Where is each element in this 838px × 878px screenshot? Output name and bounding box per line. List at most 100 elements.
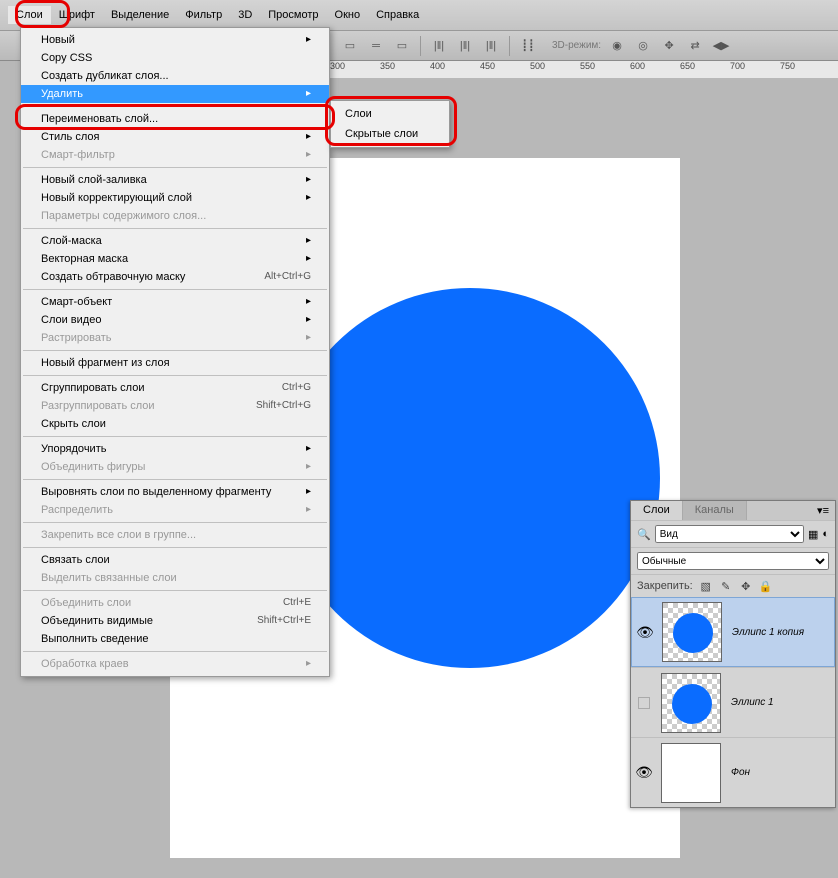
menu-item-выполнить-сведение[interactable]: Выполнить сведение xyxy=(21,630,329,648)
ruler-tick: 700 xyxy=(730,61,745,71)
menu-item-слой-маска[interactable]: Слой-маска xyxy=(21,232,329,250)
menu-shortcut: Alt+Ctrl+G xyxy=(264,271,311,283)
filter-type-select[interactable]: Вид xyxy=(655,525,804,543)
lock-label: Закрепить: xyxy=(637,580,693,592)
menu-item-label: Выполнить сведение xyxy=(41,633,149,645)
menu-item-новый-корректирующий-слой[interactable]: Новый корректирующий слой xyxy=(21,189,329,207)
ruler-tick: 650 xyxy=(680,61,695,71)
menu-item-сгруппировать-слои[interactable]: Сгруппировать слои Ctrl+G xyxy=(21,379,329,397)
visibility-eye-icon[interactable] xyxy=(638,697,650,709)
layer-name[interactable]: Эллипс 1 копия xyxy=(726,627,804,638)
layer-row[interactable]: 👁 Эллипс 1 копия xyxy=(631,597,835,667)
menu-item-связать-слои[interactable]: Связать слои xyxy=(21,551,329,569)
menu-item-label: Copy CSS xyxy=(41,52,92,64)
menu-shortcut: Shift+Ctrl+E xyxy=(257,615,311,627)
menu-item-создать-дубликат-слоя-[interactable]: Создать дубликат слоя... xyxy=(21,67,329,85)
3d-scale-icon[interactable]: ◀▶ xyxy=(711,36,731,56)
menu-layers[interactable]: Слои xyxy=(8,6,51,24)
menu-item-label: Параметры содержимого слоя... xyxy=(41,210,206,222)
visibility-eye-icon[interactable]: 👁 xyxy=(632,624,658,641)
menu-item-слои-видео[interactable]: Слои видео xyxy=(21,311,329,329)
ruler-tick: 600 xyxy=(630,61,645,71)
menu-item-label: Сгруппировать слои xyxy=(41,382,144,394)
layer-name[interactable]: Фон xyxy=(725,767,750,778)
menu-item-выровнять-слои-по-выделенному-фрагменту[interactable]: Выровнять слои по выделенному фрагменту xyxy=(21,483,329,501)
ellipse-shape[interactable] xyxy=(280,288,660,668)
menu-item-label: Стиль слоя xyxy=(41,131,99,143)
panel-menu-icon[interactable]: ▾≡ xyxy=(811,501,835,520)
align-top-icon[interactable]: ▭ xyxy=(340,36,360,56)
lock-position-icon[interactable]: ✥ xyxy=(739,579,753,593)
distribute-v-icon[interactable]: |‖| xyxy=(455,36,475,56)
menu-filter[interactable]: Фильтр xyxy=(177,6,230,24)
menu-item-параметры-содержимого-слоя-: Параметры содержимого слоя... xyxy=(21,207,329,225)
layers-dropdown: Новый Copy CSS Создать дубликат слоя... Уда… xyxy=(20,27,330,677)
ruler-horizontal: 300350400450500550600650700750 xyxy=(330,61,838,79)
layer-name[interactable]: Эллипс 1 xyxy=(725,697,774,708)
align-middle-icon[interactable]: ═ xyxy=(366,36,386,56)
layers-panel[interactable]: Слои Каналы ▾≡ 🔍 Вид ▦ ◐ Обычные Закрепи… xyxy=(630,500,836,808)
3d-roll-icon[interactable]: ◎ xyxy=(633,36,653,56)
panel-tab-channels[interactable]: Каналы xyxy=(683,501,747,520)
3d-pan-icon[interactable]: ✥ xyxy=(659,36,679,56)
search-icon[interactable]: 🔍 xyxy=(637,528,651,541)
lock-transparent-icon[interactable]: ▧ xyxy=(699,579,713,593)
3d-orbit-icon[interactable]: ◉ xyxy=(607,36,627,56)
menu-item-скрыть-слои[interactable]: Скрыть слои xyxy=(21,415,329,433)
menu-help[interactable]: Справка xyxy=(368,6,427,24)
distribute-icon[interactable]: ┋┋ xyxy=(518,36,538,56)
blend-mode-select[interactable]: Обычные xyxy=(637,552,829,570)
submenu-delete-hidden[interactable]: Скрытые слои xyxy=(331,124,449,144)
layer-thumbnail[interactable] xyxy=(661,743,721,803)
menu-item-распределить: Распределить xyxy=(21,501,329,519)
layer-thumbnail[interactable] xyxy=(661,673,721,733)
menu-item-новый-фрагмент-из-слоя[interactable]: Новый фрагмент из слоя xyxy=(21,354,329,372)
menu-item-label: Удалить xyxy=(41,88,83,100)
submenu-delete-layers[interactable]: Слои xyxy=(331,104,449,124)
menu-window[interactable]: Окно xyxy=(327,6,369,24)
menu-3d[interactable]: 3D xyxy=(230,6,260,24)
menu-item-label: Смарт-объект xyxy=(41,296,112,308)
menu-item-label: Слои видео xyxy=(41,314,101,326)
menu-item-стиль-слоя[interactable]: Стиль слоя xyxy=(21,128,329,146)
align-bottom-icon[interactable]: ▭ xyxy=(392,36,412,56)
menu-item-copy-css[interactable]: Copy CSS xyxy=(21,49,329,67)
layer-row[interactable]: 👁 Фон xyxy=(631,737,835,807)
menu-item-label: Переименовать слой... xyxy=(41,113,158,125)
menu-font[interactable]: Шрифт xyxy=(51,6,103,24)
ruler-tick: 350 xyxy=(380,61,395,71)
menu-view[interactable]: Просмотр xyxy=(260,6,326,24)
lock-all-icon[interactable]: 🔒 xyxy=(759,579,773,593)
menu-item-удалить[interactable]: Удалить xyxy=(21,85,329,103)
menu-item-label: Смарт-фильтр xyxy=(41,149,115,161)
menu-shortcut: Ctrl+G xyxy=(282,382,311,394)
lock-paint-icon[interactable]: ✎ xyxy=(719,579,733,593)
3d-slide-icon[interactable]: ⇄ xyxy=(685,36,705,56)
panel-tab-layers[interactable]: Слои xyxy=(631,501,683,520)
menu-item-смарт-объект[interactable]: Смарт-объект xyxy=(21,293,329,311)
menu-item-обработка-краев: Обработка краев xyxy=(21,655,329,673)
menu-item-закрепить-все-слои-в-группе-: Закрепить все слои в группе... xyxy=(21,526,329,544)
filter-adjust-icon[interactable]: ◐ xyxy=(822,528,829,540)
menu-item-упорядочить[interactable]: Упорядочить xyxy=(21,440,329,458)
distribute-center-icon[interactable]: |‖| xyxy=(481,36,501,56)
menu-item-разгруппировать-слои: Разгруппировать слоиShift+Ctrl+G xyxy=(21,397,329,415)
distribute-h-icon[interactable]: |‖| xyxy=(429,36,449,56)
menu-item-label: Новый слой-заливка xyxy=(41,174,147,186)
menu-item-новый[interactable]: Новый xyxy=(21,31,329,49)
ruler-tick: 300 xyxy=(330,61,345,71)
layer-row[interactable]: Эллипс 1 xyxy=(631,667,835,737)
menu-item-векторная-маска[interactable]: Векторная маска xyxy=(21,250,329,268)
layer-thumbnail[interactable] xyxy=(662,602,722,662)
menu-item-label: Слой-маска xyxy=(41,235,102,247)
filter-pixel-icon[interactable]: ▦ xyxy=(808,528,818,541)
menu-item-label: Векторная маска xyxy=(41,253,128,265)
menu-item-label: Упорядочить xyxy=(41,443,106,455)
menu-item-объединить-видимые[interactable]: Объединить видимыеShift+Ctrl+E xyxy=(21,612,329,630)
menu-selection[interactable]: Выделение xyxy=(103,6,177,24)
menu-item-новый-слой-заливка[interactable]: Новый слой-заливка xyxy=(21,171,329,189)
menu-item-переименовать-слой-[interactable]: Переименовать слой... xyxy=(21,110,329,128)
menu-item-создать-обтравочную-маску[interactable]: Создать обтравочную маску Alt+Ctrl+G xyxy=(21,268,329,286)
menu-item-label: Создать обтравочную маску xyxy=(41,271,185,283)
visibility-eye-icon[interactable]: 👁 xyxy=(631,764,657,781)
